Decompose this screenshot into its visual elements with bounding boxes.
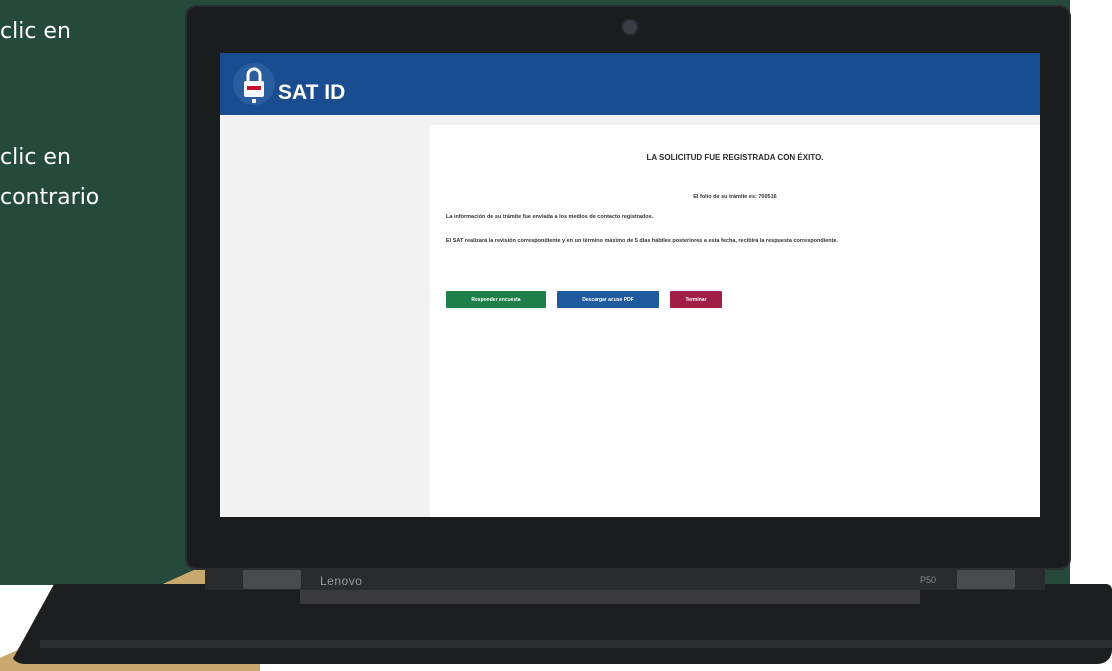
webcam-icon xyxy=(621,18,639,36)
side-text-2: clic en xyxy=(0,145,71,170)
laptop-brand: Lenovo xyxy=(320,574,363,588)
app-title: SAT ID xyxy=(278,81,346,104)
side-text-3: contrario xyxy=(0,185,100,210)
review-notice-text: El SAT realizará la revisión correspondi… xyxy=(446,238,839,244)
folio-text: El folio de su trámite es: 700516 xyxy=(693,194,777,200)
result-panel: LA SOLICITUD FUE REGISTRADA CON ÉXITO. E… xyxy=(430,125,1040,517)
finish-button[interactable]: Terminar xyxy=(670,291,722,308)
app-header: SAT ID xyxy=(220,53,1040,115)
download-pdf-button[interactable]: Descargar acuse PDF xyxy=(557,291,659,308)
laptop-base-edge xyxy=(40,640,1112,648)
result-title: LA SOLICITUD FUE REGISTRADA CON ÉXITO. xyxy=(646,153,824,162)
side-text-1: clic en xyxy=(0,19,71,44)
respond-survey-button[interactable]: Responder encuesta xyxy=(446,291,546,308)
laptop-keyboard xyxy=(300,590,920,604)
laptop-screen: SAT ID LA SOLICITUD FUE REGISTRADA CON É… xyxy=(220,53,1040,517)
laptop-model: P50 xyxy=(920,575,937,585)
lock-icon xyxy=(233,63,275,105)
info-sent-text: La información de su trámite fue enviada… xyxy=(446,214,654,220)
